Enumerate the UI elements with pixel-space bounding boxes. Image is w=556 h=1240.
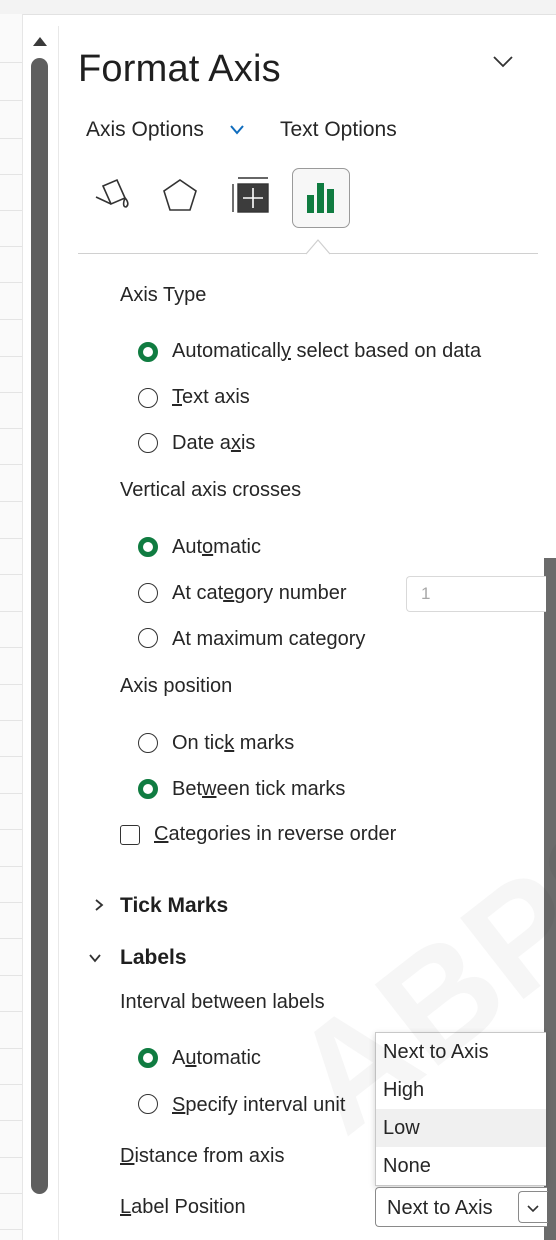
radio-crosses-automatic[interactable]: [138, 537, 158, 557]
label-position-dropdown-list[interactable]: Next to Axis High Low None: [375, 1032, 546, 1186]
column-border: [22, 14, 23, 1240]
option-next-to-axis[interactable]: Next to Axis: [376, 1033, 546, 1071]
radio-at-category-number[interactable]: [138, 583, 158, 603]
option-none[interactable]: None: [376, 1147, 546, 1185]
label-position-select[interactable]: Next to Axis: [375, 1187, 548, 1227]
label-position-label: Label Position: [120, 1196, 246, 1218]
radio-date-axis[interactable]: [138, 433, 158, 453]
specify-interval-unit-label[interactable]: Specify interval unit: [172, 1094, 345, 1117]
active-tab-pointer: [306, 239, 330, 255]
size-properties-tab[interactable]: [224, 168, 280, 226]
axis-position-heading: Axis position: [120, 675, 233, 697]
date-axis-label[interactable]: Date axis: [172, 432, 255, 455]
tab-text-options[interactable]: Text Options: [280, 118, 397, 142]
interval-automatic-label[interactable]: Automatic: [172, 1047, 261, 1070]
panel-title: Format Axis: [78, 48, 281, 90]
worksheet-edge: [0, 14, 22, 1240]
labels-section[interactable]: Labels: [120, 946, 187, 970]
chevron-down-icon[interactable]: [229, 124, 245, 136]
label-position-value: Next to Axis: [387, 1197, 493, 1219]
axis-type-heading: Axis Type: [120, 284, 207, 306]
fill-line-icon: [95, 178, 129, 208]
chevron-down-icon: [527, 1205, 539, 1213]
tab-axis-options[interactable]: Axis Options: [86, 118, 204, 142]
radio-on-tick-marks[interactable]: [138, 733, 158, 753]
vertical-axis-crosses-heading: Vertical axis crosses: [120, 479, 302, 501]
size-properties-icon: [232, 177, 269, 213]
radio-between-tick-marks[interactable]: [138, 779, 158, 799]
radio-specify-interval-unit[interactable]: [138, 1094, 158, 1114]
scroll-up-arrow-icon[interactable]: [33, 37, 47, 46]
at-maximum-category-label[interactable]: At maximum category: [172, 628, 365, 651]
on-tick-marks-label[interactable]: On tick marks: [172, 732, 294, 755]
radio-text-axis[interactable]: [138, 388, 158, 408]
category-number-input[interactable]: 1: [406, 576, 546, 612]
at-category-number-label[interactable]: At category number: [172, 582, 347, 605]
fill-line-tab[interactable]: [86, 168, 142, 226]
radio-interval-automatic[interactable]: [138, 1048, 158, 1068]
distance-from-axis-label: Distance from axis: [120, 1145, 285, 1167]
interval-between-labels-heading: Interval between labels: [120, 991, 325, 1013]
text-axis-label[interactable]: Text axis: [172, 386, 250, 409]
crosses-automatic-label[interactable]: Automatic: [172, 536, 261, 559]
radio-automatically-select[interactable]: [138, 342, 158, 362]
chevron-down-icon[interactable]: [88, 951, 102, 965]
between-tick-marks-label[interactable]: Between tick marks: [172, 778, 345, 801]
chevron-right-icon[interactable]: [92, 898, 106, 912]
sheet-scrollbar-thumb[interactable]: [31, 58, 48, 1194]
option-high[interactable]: High: [376, 1071, 546, 1109]
top-strip: [0, 0, 556, 15]
dropdown-button[interactable]: [518, 1191, 548, 1223]
reverse-order-checkbox[interactable]: [120, 825, 140, 845]
effects-icon: [163, 179, 197, 211]
radio-at-maximum-category[interactable]: [138, 628, 158, 648]
automatically-select-label[interactable]: Automatically select based on data: [172, 340, 481, 363]
reverse-order-label[interactable]: Categories in reverse order: [154, 823, 396, 846]
axis-options-tab[interactable]: [292, 168, 350, 228]
panel-border: [58, 26, 59, 1240]
axis-options-icon: [307, 183, 334, 213]
option-low[interactable]: Low: [376, 1109, 546, 1147]
collapse-chevron-icon[interactable]: [492, 54, 514, 70]
effects-tab[interactable]: [152, 168, 208, 226]
tick-marks-section[interactable]: Tick Marks: [120, 894, 228, 918]
